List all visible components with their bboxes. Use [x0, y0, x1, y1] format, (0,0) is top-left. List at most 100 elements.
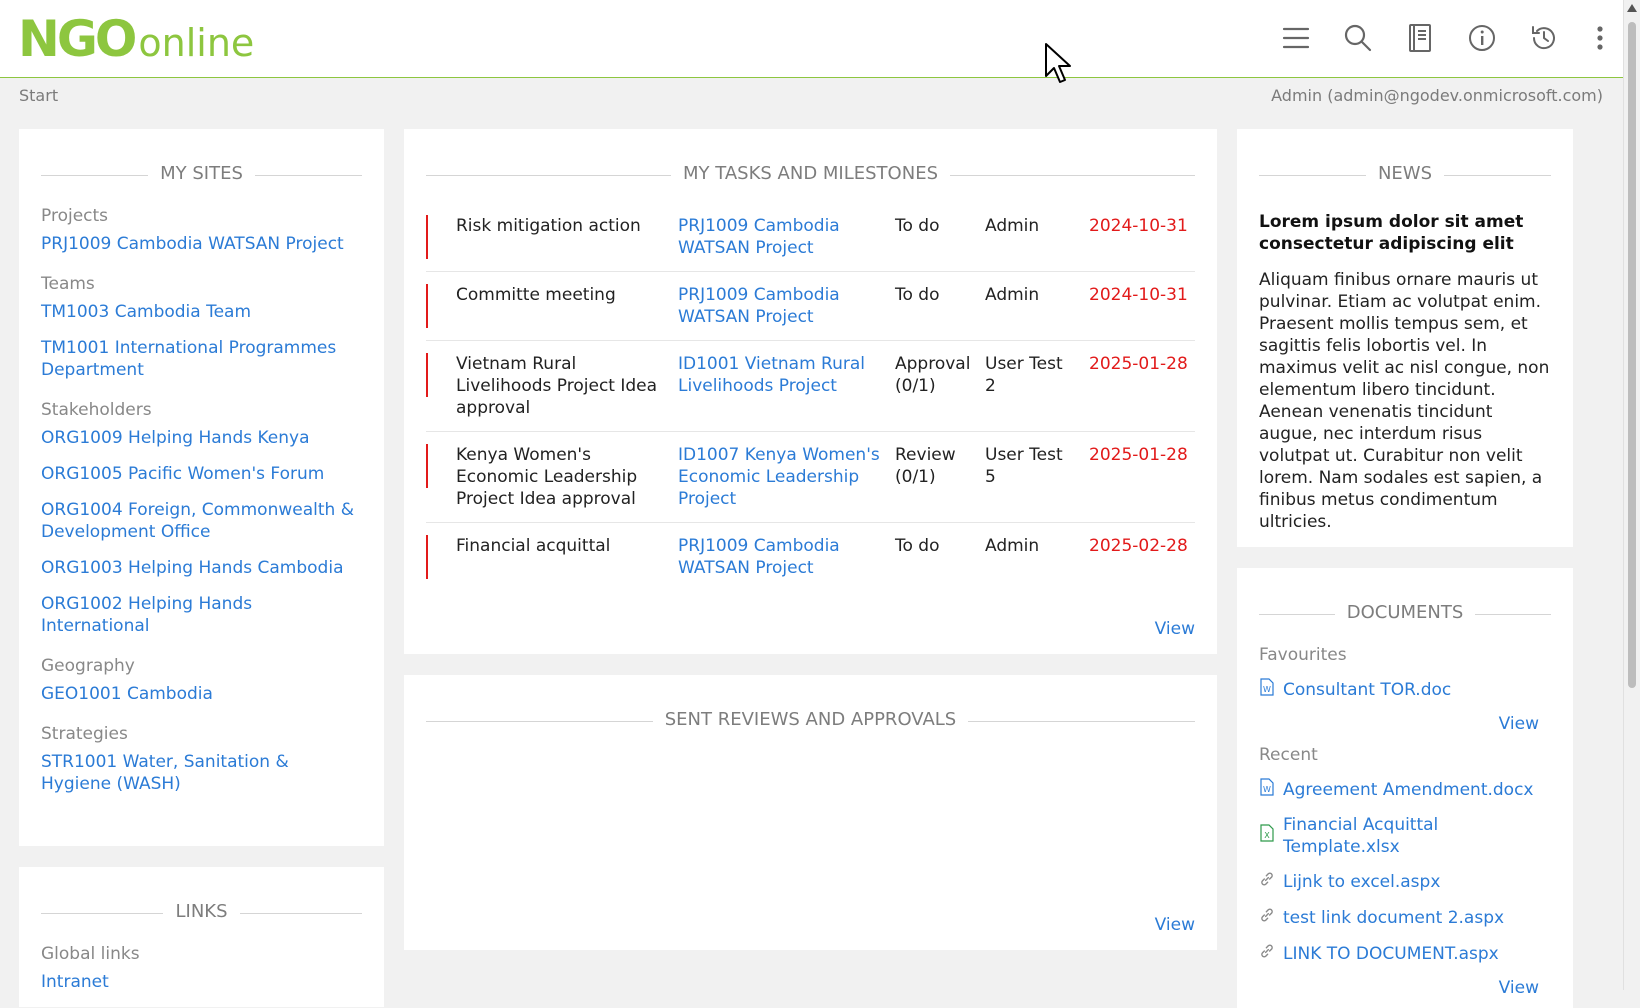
- excel-doc-icon: X: [1259, 824, 1283, 848]
- task-site: ID1007 Kenya Women's Economic Leadership…: [672, 431, 889, 523]
- document-name[interactable]: Agreement Amendment.docx: [1283, 779, 1534, 801]
- breadcrumb[interactable]: Start: [19, 86, 58, 105]
- mouse-cursor-icon: [1044, 42, 1074, 90]
- task-row[interactable]: Committe meeting PRJ1009 Cambodia WATSAN …: [426, 271, 1195, 341]
- link-icon: [1259, 870, 1283, 894]
- task-name[interactable]: Financial acquittal: [428, 523, 672, 592]
- sites-group-label: Projects: [41, 206, 109, 226]
- task-site: PRJ1009 Cambodia WATSAN Project: [672, 523, 889, 592]
- site-link[interactable]: ORG1005 Pacific Women's Forum: [41, 463, 362, 485]
- task-row[interactable]: Vietnam Rural Livelihoods Project Idea a…: [426, 340, 1195, 432]
- document-name[interactable]: Financial Acquittal Template.xlsx: [1283, 814, 1551, 858]
- document-item[interactable]: X Financial Acquittal Template.xlsx: [1259, 814, 1551, 858]
- site-link[interactable]: ORG1004 Foreign, Commonwealth & Developm…: [41, 499, 362, 543]
- scroll-up-icon[interactable]: [1627, 4, 1637, 12]
- recent-list: W Agreement Amendment.docx X Financial Acqu…: [1259, 778, 1551, 966]
- document-name[interactable]: Lijnk to excel.aspx: [1283, 871, 1440, 893]
- svg-text:W: W: [1263, 785, 1271, 794]
- news-title: NEWS: [1259, 163, 1551, 187]
- task-assignee: Admin: [985, 536, 1040, 556]
- task-row[interactable]: Risk mitigation action PRJ1009 Cambodia W…: [426, 203, 1195, 272]
- menu-icon[interactable]: [1280, 22, 1312, 54]
- task-due-date: 2025-02-28: [1089, 536, 1188, 556]
- document-item[interactable]: W Consultant TOR.doc: [1259, 678, 1551, 702]
- my-sites-title: MY SITES: [41, 163, 362, 187]
- sites-group-label: Strategies: [41, 724, 128, 744]
- task-due-date: 2024-10-31: [1083, 271, 1195, 341]
- document-name[interactable]: test link document 2.aspx: [1283, 907, 1504, 929]
- site-link[interactable]: GEO1001 Cambodia: [41, 683, 362, 705]
- task-row[interactable]: Kenya Women's Economic Leadership Projec…: [426, 431, 1195, 523]
- site-link[interactable]: ORG1003 Helping Hands Cambodia: [41, 557, 362, 579]
- task-name[interactable]: Kenya Women's Economic Leadership Projec…: [428, 431, 672, 523]
- task-row[interactable]: Financial acquittal PRJ1009 Cambodia WATS…: [426, 523, 1195, 592]
- site-link[interactable]: TM1003 Cambodia Team: [41, 301, 362, 323]
- breadcrumb-bar: Start Admin (admin@ngodev.onmicrosoft.co…: [19, 86, 1603, 110]
- task-due-date: 2025-01-28: [1083, 340, 1195, 432]
- site-link[interactable]: STR1001 Water, Sanitation & Hygiene (WAS…: [41, 751, 362, 795]
- history-icon[interactable]: [1528, 22, 1560, 54]
- tasks-table: Risk mitigation action PRJ1009 Cambodia W…: [426, 203, 1195, 591]
- document-item[interactable]: Lijnk to excel.aspx: [1259, 870, 1551, 894]
- page-scrollbar[interactable]: [1623, 0, 1640, 990]
- task-name[interactable]: Committe meeting: [428, 271, 672, 341]
- site-link[interactable]: ORG1009 Helping Hands Kenya: [41, 427, 362, 449]
- scrollbar-thumb[interactable]: [1628, 22, 1636, 688]
- task-name[interactable]: Risk mitigation action: [428, 203, 672, 272]
- reviews-title: SENT REVIEWS AND APPROVALS: [426, 709, 1195, 733]
- info-icon[interactable]: [1466, 22, 1498, 54]
- site-link[interactable]: PRJ1009 Cambodia WATSAN Project: [41, 233, 362, 255]
- task-site-link[interactable]: PRJ1009 Cambodia WATSAN Project: [678, 285, 840, 327]
- task-site: PRJ1009 Cambodia WATSAN Project: [672, 271, 889, 341]
- site-link[interactable]: ORG1002 Helping Hands International: [41, 593, 362, 637]
- favourites-view-link[interactable]: View: [1259, 714, 1551, 734]
- task-status: Review (0/1): [889, 431, 979, 523]
- documents-favourites-label: Favourites: [1259, 645, 1347, 665]
- logo-sub: online: [138, 21, 255, 65]
- documents-title: DOCUMENTS: [1259, 602, 1551, 626]
- task-site-link[interactable]: ID1007 Kenya Women's Economic Leadership…: [678, 445, 880, 509]
- sites-group-label: Teams: [41, 274, 95, 294]
- task-assignee: User Test 2: [979, 340, 1083, 432]
- reviews-view-link[interactable]: View: [1155, 915, 1195, 935]
- book-icon[interactable]: [1404, 22, 1436, 54]
- task-site-link[interactable]: PRJ1009 Cambodia WATSAN Project: [678, 536, 840, 578]
- link-icon: [1259, 942, 1283, 966]
- documents-recent-label: Recent: [1259, 745, 1318, 765]
- task-name[interactable]: Vietnam Rural Livelihoods Project Idea a…: [428, 340, 672, 432]
- news-headline[interactable]: Lorem ipsum dolor sit amet consectetur a…: [1259, 211, 1551, 255]
- reviews-panel: SENT REVIEWS AND APPROVALS View: [404, 675, 1217, 950]
- my-sites-list: Projects PRJ1009 Cambodia WATSAN Project T…: [41, 205, 362, 795]
- task-assignee: Admin: [979, 203, 1083, 272]
- news-body: Aliquam finibus ornare mauris ut pulvina…: [1259, 270, 1550, 532]
- tasks-title: MY TASKS AND MILESTONES: [426, 163, 1195, 187]
- tasks-panel: MY TASKS AND MILESTONES Risk mitigation …: [404, 129, 1217, 654]
- sites-group-label: Geography: [41, 656, 135, 676]
- document-name[interactable]: Consultant TOR.doc: [1283, 679, 1451, 701]
- task-site-link[interactable]: ID1001 Vietnam Rural Livelihoods Project: [678, 354, 865, 396]
- tasks-view-link[interactable]: View: [1155, 619, 1195, 639]
- task-status: To do: [895, 536, 940, 556]
- search-icon[interactable]: [1342, 22, 1374, 54]
- links-title: LINKS: [41, 901, 362, 925]
- document-item[interactable]: LINK TO DOCUMENT.aspx: [1259, 942, 1551, 966]
- favourites-list: W Consultant TOR.doc: [1259, 678, 1551, 702]
- task-due-date: 2025-01-28: [1083, 431, 1195, 523]
- app-logo[interactable]: NGO online: [18, 10, 254, 68]
- task-assignee: User Test 5: [979, 431, 1083, 523]
- task-status: To do: [889, 271, 979, 341]
- links-group-label: Global links: [41, 944, 140, 964]
- document-item[interactable]: W Agreement Amendment.docx: [1259, 778, 1551, 802]
- recent-view-link[interactable]: View: [1259, 978, 1551, 998]
- document-item[interactable]: test link document 2.aspx: [1259, 906, 1551, 930]
- site-link[interactable]: TM1001 International Programmes Departme…: [41, 337, 362, 381]
- word-doc-icon: W: [1259, 778, 1283, 802]
- current-user: Admin (admin@ngodev.onmicrosoft.com): [1271, 86, 1603, 105]
- task-status: To do: [889, 203, 979, 272]
- document-name[interactable]: LINK TO DOCUMENT.aspx: [1283, 943, 1499, 965]
- svg-text:W: W: [1263, 685, 1271, 694]
- task-site-link[interactable]: PRJ1009 Cambodia WATSAN Project: [678, 216, 840, 258]
- task-due-date: 2024-10-31: [1083, 203, 1195, 272]
- word-doc-icon: W: [1259, 678, 1283, 702]
- more-vertical-icon[interactable]: [1584, 22, 1616, 54]
